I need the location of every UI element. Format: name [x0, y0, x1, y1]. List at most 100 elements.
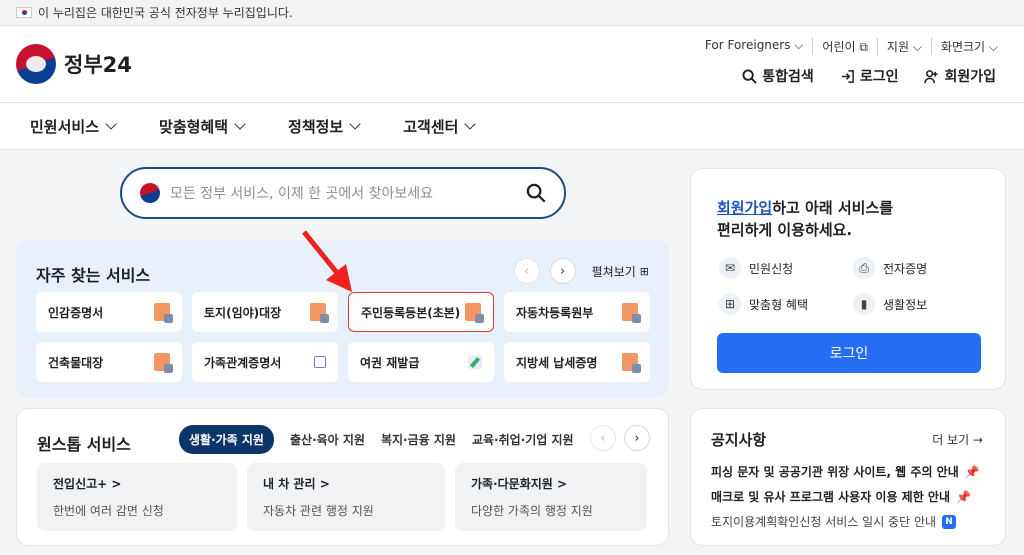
tab-welfare-finance[interactable]: 복지·금융 지원: [381, 431, 456, 448]
one-stop-nav: ‹ ›: [590, 425, 650, 451]
user-add-icon: [924, 69, 939, 83]
document-icon: [622, 303, 641, 323]
login-button[interactable]: 로그인: [717, 333, 981, 373]
next-button[interactable]: ›: [624, 425, 650, 451]
one-stop-card-title: 내 차 관리 >: [263, 477, 330, 491]
service-card[interactable]: 인감증명서: [36, 292, 182, 332]
pin-icon: 📌: [956, 489, 971, 504]
service-card[interactable]: 가족관계증명서: [192, 342, 338, 382]
header-actions: 통합검색 로그인 회원가입: [742, 66, 996, 86]
site-header: 정부24 For Foreigners ⌵ 어린이 ⧉ 지원 ⌵ 화면크기 ⌵ …: [0, 26, 1024, 102]
login-link[interactable]: 로그인: [840, 66, 898, 86]
external-link-icon: [314, 356, 326, 368]
service-label: 토지(임야)대장: [204, 305, 282, 320]
official-notice-text: 이 누리집은 대한민국 공식 전자정부 누리집입니다.: [38, 6, 293, 20]
nav-civil-services[interactable]: 민원서비스: [30, 116, 117, 137]
member-invite-rest: 하고 아래 서비스를: [772, 199, 894, 217]
service-card-highlighted[interactable]: 주민등록등본(초본): [348, 292, 494, 332]
nav-customer-center[interactable]: 고객센터: [403, 116, 477, 137]
notices-title: 공지사항: [711, 431, 767, 449]
red-arrow-annotation: [302, 230, 352, 292]
utility-links: For Foreigners ⌵ 어린이 ⧉ 지원 ⌵ 화면크기 ⌵: [696, 38, 998, 55]
benefit-label: 생활정보: [883, 297, 928, 312]
integrated-search-button[interactable]: 통합검색: [742, 66, 814, 86]
document-icon: [310, 303, 329, 323]
expand-link[interactable]: 펼쳐보기 ⊞: [592, 263, 649, 280]
benefit-custom[interactable]: ⊞ 맞춤형 혜택: [719, 293, 853, 315]
chevron-down-icon: [234, 118, 246, 130]
one-stop-card[interactable]: 가족·다문화지원 > 다양한 가족의 행정 지원: [455, 463, 647, 531]
main-nav: 민원서비스 맞춤형혜택 정책정보 고객센터: [0, 102, 1024, 150]
tab-education-jobs[interactable]: 교육·취업·기업 지원: [472, 431, 574, 448]
notices-list: 피싱 문자 및 공공기관 위장 사이트, 웹 주의 안내 📌 매크로 및 유사 프…: [711, 459, 980, 534]
benefit-civil-application[interactable]: ✉ 민원신청: [719, 257, 853, 279]
notice-text: 매크로 및 유사 프로그램 사용자 이용 제한 안내: [711, 490, 951, 504]
member-benefits: ✉ 민원신청 ⎙ 전자증명 ⊞ 맞춤형 혜택 ▮ 생활정보: [719, 257, 987, 315]
edit-icon: [468, 355, 482, 369]
search-input[interactable]: 모든 정부 서비스, 이제 한 곳에서 찾아보세요: [170, 183, 526, 203]
service-label: 자동차등록원부: [516, 305, 594, 320]
service-label: 가족관계증명서: [204, 355, 282, 370]
site-logo[interactable]: 정부24: [16, 44, 132, 84]
signup-inline-link[interactable]: 회원가입: [717, 199, 772, 217]
next-button[interactable]: ›: [549, 258, 576, 284]
frequent-services-grid: 인감증명서 토지(임야)대장 주민등록등본(초본) 자동차등록원부 건축물대장 …: [36, 292, 650, 382]
service-card[interactable]: 토지(임야)대장: [192, 292, 338, 332]
nav-policy-info[interactable]: 정책정보: [288, 116, 361, 137]
for-foreigners-link[interactable]: For Foreigners ⌵: [696, 38, 814, 55]
tab-birth-childcare[interactable]: 출산·육아 지원: [290, 431, 365, 448]
notice-item[interactable]: 토지이용계획확인신청 서비스 일시 중단 안내 N: [711, 509, 980, 534]
prev-button[interactable]: ‹: [590, 425, 616, 451]
korea-flag-icon: [16, 7, 32, 18]
nav-label: 민원서비스: [30, 117, 100, 136]
chevron-down-icon: [349, 118, 361, 130]
support-link[interactable]: 지원 ⌵: [878, 38, 932, 55]
gift-icon: ⊞: [719, 293, 741, 315]
service-label: 여권 재발급: [360, 355, 420, 370]
service-card[interactable]: 자동차등록원부: [504, 292, 650, 332]
tab-life-family[interactable]: 생활·가족 지원: [179, 425, 274, 454]
chevron-down-icon: [464, 118, 477, 130]
document-icon: [154, 303, 173, 323]
service-label: 주민등록등본(초본): [361, 305, 461, 320]
notice-item[interactable]: 피싱 문자 및 공공기관 위장 사이트, 웹 주의 안내 📌: [711, 459, 980, 484]
notice-text: 토지이용계획확인신청 서비스 일시 중단 안내: [711, 515, 937, 529]
document-icon: [465, 303, 484, 323]
chevron-down-icon: [105, 118, 117, 130]
nav-custom-benefits[interactable]: 맞춤형혜택: [159, 116, 246, 137]
signup-link[interactable]: 회원가입: [924, 66, 996, 86]
search-icon[interactable]: [526, 183, 546, 203]
prev-button[interactable]: ‹: [513, 258, 540, 284]
one-stop-tabs: 생활·가족 지원 출산·육아 지원 복지·금융 지원 교육·취업·기업 지원: [179, 425, 574, 454]
benefit-label: 맞춤형 혜택: [749, 297, 809, 312]
main-search-box[interactable]: 모든 정부 서비스, 이제 한 곳에서 찾아보세요: [120, 167, 566, 219]
official-notice-bar: 이 누리집은 대한민국 공식 전자정부 누리집입니다.: [0, 0, 1024, 26]
font-size-link[interactable]: 화면크기 ⌵: [932, 38, 998, 55]
grid-icon: ⊞: [639, 264, 649, 278]
frequent-services-nav: ‹ › 펼쳐보기 ⊞: [513, 258, 649, 284]
frequent-services-title: 자주 찾는 서비스: [36, 266, 151, 285]
one-stop-card[interactable]: 내 차 관리 > 자동차 관련 행정 지원: [247, 463, 445, 531]
pin-icon: 📌: [964, 464, 980, 479]
service-card[interactable]: 여권 재발급: [348, 342, 494, 382]
login-icon: [841, 69, 854, 83]
service-card[interactable]: 지방세 납세증명: [504, 342, 650, 382]
benefit-life-info[interactable]: ▮ 생활정보: [853, 293, 987, 315]
kids-link[interactable]: 어린이 ⧉: [813, 38, 878, 55]
one-stop-card[interactable]: 전입신고+ > 한번에 여러 감면 신청: [37, 463, 237, 531]
bookmark-icon: ▮: [853, 293, 875, 315]
notices-more-link[interactable]: 더 보기 →: [932, 431, 983, 448]
benefit-label: 민원신청: [749, 261, 794, 276]
certificate-icon: ⎙: [853, 257, 875, 279]
service-card[interactable]: 건축물대장: [36, 342, 182, 382]
search-icon: [742, 68, 758, 84]
member-panel: 회원가입하고 아래 서비스를 편리하게 이용하세요. ✉ 민원신청 ⎙ 전자증명 ⊞…: [690, 168, 1006, 390]
service-label: 지방세 납세증명: [516, 355, 598, 370]
benefit-e-certificate[interactable]: ⎙ 전자증명: [853, 257, 987, 279]
one-stop-card-title: 가족·다문화지원 >: [471, 477, 568, 491]
notice-item[interactable]: 매크로 및 유사 프로그램 사용자 이용 제한 안내 📌: [711, 484, 980, 509]
one-stop-card-title: 전입신고+ >: [53, 477, 122, 491]
service-label: 인감증명서: [48, 305, 104, 320]
nav-label: 정책정보: [288, 117, 344, 136]
envelope-icon: ✉: [719, 257, 741, 279]
